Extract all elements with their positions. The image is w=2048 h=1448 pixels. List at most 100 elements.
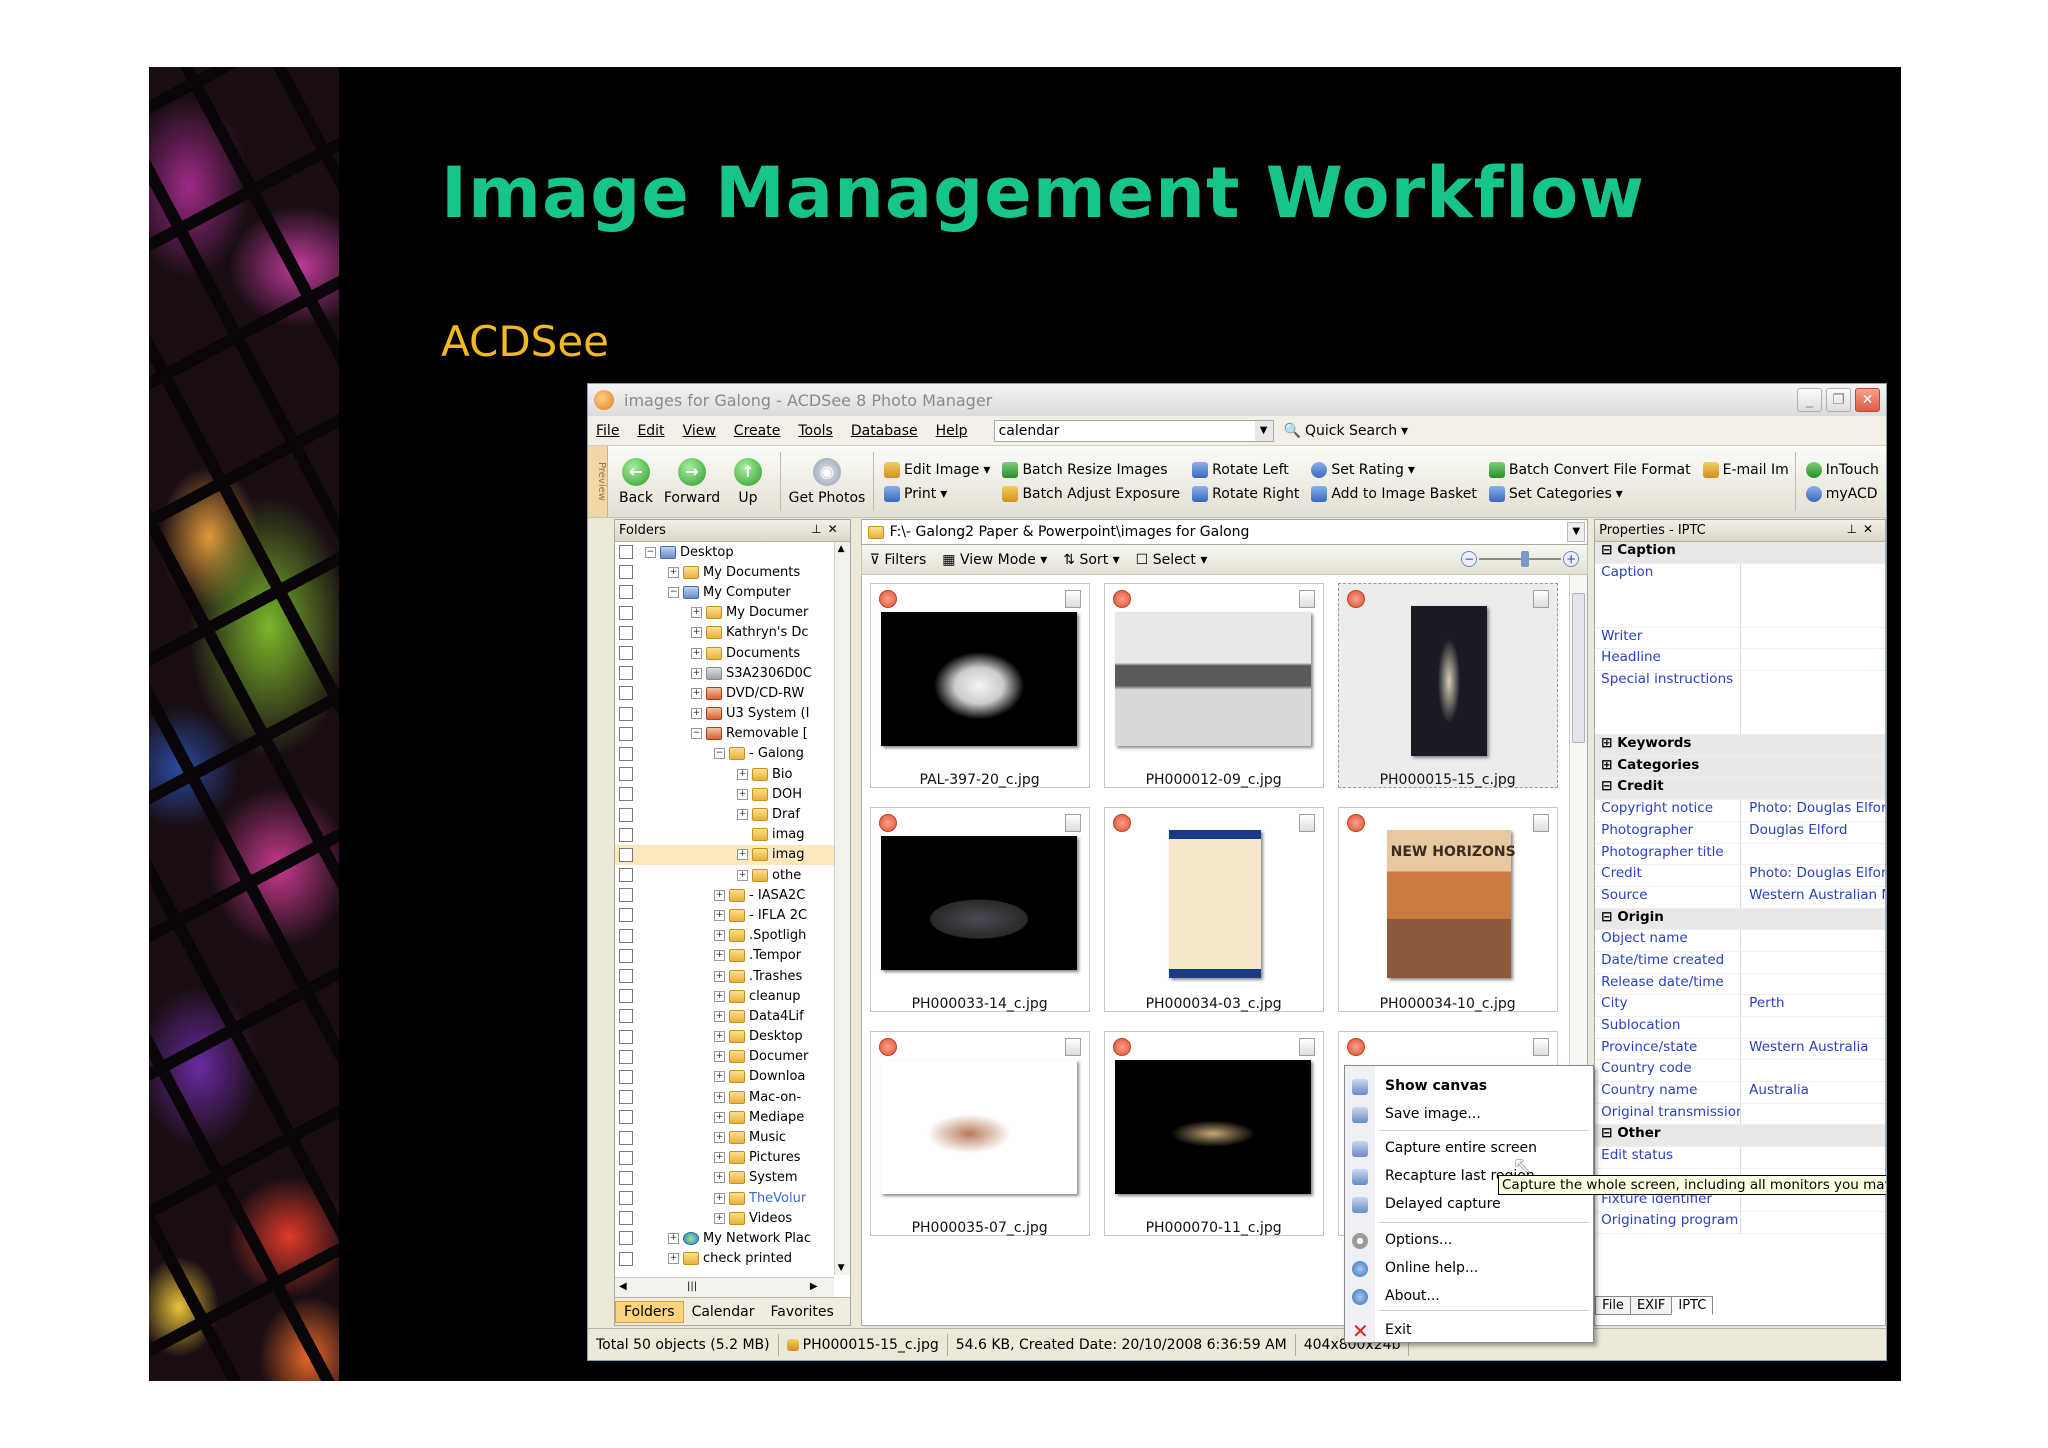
expand-icon[interactable]: + — [737, 788, 748, 800]
tree-item[interactable]: + S3A2306D0C — [615, 663, 834, 683]
tab-iptc[interactable]: IPTC — [1671, 1296, 1714, 1315]
property-row[interactable]: Object name — [1595, 930, 1885, 952]
menu-file[interactable]: File — [596, 423, 619, 439]
tree-item[interactable]: + Desktop — [615, 1027, 834, 1047]
property-row[interactable]: Credit Photo: Douglas Elford — [1595, 865, 1885, 887]
property-value[interactable]: Photo: Douglas Elford — [1741, 865, 1885, 886]
property-row[interactable]: Release date/time — [1595, 973, 1885, 996]
expand-icon[interactable]: + — [691, 607, 702, 619]
context-menu-item[interactable]: Delayed capture — [1385, 1196, 1501, 1212]
property-value[interactable] — [1741, 564, 1885, 627]
tree-item[interactable]: + Documer — [615, 1047, 834, 1067]
property-row[interactable]: Caption — [1595, 563, 1885, 628]
tree-checkbox[interactable] — [619, 1251, 633, 1266]
tree-checkbox[interactable] — [619, 908, 633, 923]
tree-checkbox[interactable] — [619, 928, 633, 943]
tab-calendar[interactable]: Calendar — [684, 1302, 763, 1322]
property-value[interactable] — [1741, 1147, 1885, 1168]
property-value[interactable] — [1741, 952, 1885, 973]
menu-tools[interactable]: Tools — [798, 423, 833, 439]
thumbnail[interactable] — [869, 807, 1090, 1012]
expand-icon[interactable]: + — [714, 970, 725, 982]
tree-item[interactable]: + System — [615, 1168, 834, 1188]
property-row[interactable]: Source Western Australian M... — [1595, 886, 1885, 909]
tree-checkbox[interactable] — [619, 1191, 633, 1206]
tree-item[interactable]: + othe — [615, 865, 834, 885]
expand-toggle-icon[interactable]: ⊞ — [1601, 735, 1617, 751]
maximize-button[interactable]: ❐ — [1826, 388, 1851, 412]
property-row[interactable]: Originating program — [1595, 1212, 1885, 1234]
set-categories-button[interactable]: Set Categories ▾ — [1488, 485, 1691, 502]
property-row[interactable]: Headline — [1595, 649, 1885, 672]
property-section[interactable]: ⊟ Other — [1595, 1125, 1885, 1148]
expand-icon[interactable]: + — [714, 990, 725, 1002]
tree-checkbox[interactable] — [619, 646, 633, 661]
batch-adjust-button[interactable]: Batch Adjust Exposure — [1002, 485, 1180, 502]
zoom-knob[interactable] — [1521, 551, 1530, 567]
up-button[interactable]: ↑ Up — [720, 446, 776, 517]
preview-side-tab[interactable]: Preview — [588, 446, 608, 517]
expand-icon[interactable]: + — [691, 667, 702, 679]
tree-item[interactable]: + .Trashes — [615, 966, 834, 986]
expand-icon[interactable]: + — [668, 1253, 679, 1265]
expand-toggle-icon[interactable]: ⊟ — [1601, 909, 1617, 925]
get-photos-button[interactable]: ◉ Get Photos — [785, 446, 869, 517]
property-row[interactable]: Special instructions — [1595, 671, 1885, 736]
tree-checkbox[interactable] — [619, 989, 633, 1004]
tree-item[interactable]: + DVD/CD-RW — [615, 683, 834, 703]
property-value[interactable] — [1741, 1017, 1885, 1038]
context-menu-item[interactable]: Show canvas — [1385, 1078, 1487, 1094]
expand-icon[interactable]: + — [714, 1111, 725, 1123]
tree-checkbox[interactable] — [619, 827, 633, 842]
expand-icon[interactable]: + — [691, 647, 702, 659]
menu-database[interactable]: Database — [851, 423, 918, 439]
expand-icon[interactable]: + — [714, 1172, 725, 1184]
batch-resize-button[interactable]: Batch Resize Images — [1002, 461, 1180, 478]
expand-icon[interactable]: + — [714, 1091, 725, 1103]
expand-icon[interactable]: + — [668, 1232, 679, 1244]
tree-checkbox[interactable] — [619, 1009, 633, 1024]
collapse-icon[interactable]: − — [691, 728, 702, 740]
collapse-icon[interactable]: − — [714, 748, 725, 760]
expand-icon[interactable]: + — [691, 627, 702, 639]
select-button[interactable]: ☐ Select ▾ — [1136, 552, 1208, 568]
tree-item[interactable]: + - IFLA 2C — [615, 905, 834, 925]
property-row[interactable]: Province/state Western Australia — [1595, 1038, 1885, 1061]
rotate-right-button[interactable]: Rotate Right — [1192, 485, 1299, 502]
expand-icon[interactable]: + — [737, 768, 748, 780]
expand-icon[interactable]: + — [714, 1071, 725, 1083]
tree-checkbox[interactable] — [619, 1170, 633, 1185]
tree-item[interactable]: + Documents — [615, 643, 834, 663]
tree-checkbox[interactable] — [619, 726, 633, 741]
property-section[interactable]: ⊞ Keywords — [1595, 735, 1885, 757]
expand-icon[interactable]: + — [714, 1031, 725, 1043]
batch-convert-button[interactable]: Batch Convert File Format — [1488, 461, 1691, 478]
property-value[interactable] — [1741, 1060, 1885, 1081]
tree-item[interactable]: + .Spotligh — [615, 926, 834, 946]
tree-checkbox[interactable] — [619, 847, 633, 862]
tree-item[interactable]: + imag — [615, 844, 834, 865]
property-row[interactable]: Photographer title — [1595, 843, 1885, 866]
set-rating-button[interactable]: Set Rating ▾ — [1311, 461, 1477, 478]
thumbnail[interactable]: NEW HORIZONS — [1337, 807, 1558, 1012]
view-mode-button[interactable]: ▦ View Mode ▾ — [942, 552, 1047, 568]
tree-checkbox[interactable] — [619, 585, 633, 600]
minimize-button[interactable]: _ — [1797, 388, 1822, 412]
expand-icon[interactable]: + — [714, 889, 725, 901]
tree-item[interactable]: + Downloa — [615, 1067, 834, 1087]
expand-icon[interactable]: + — [714, 1212, 725, 1224]
forward-button[interactable]: → Forward — [664, 446, 720, 517]
property-value[interactable]: Photo: Douglas Elfor... — [1741, 800, 1885, 821]
expand-icon[interactable]: + — [691, 708, 702, 720]
rotate-left-button[interactable]: Rotate Left — [1192, 461, 1299, 478]
tree-item[interactable]: + My Documents — [615, 562, 834, 582]
add-to-basket-button[interactable]: Add to Image Basket — [1311, 485, 1477, 502]
menu-view[interactable]: View — [683, 423, 716, 439]
thumbnail[interactable] — [1337, 583, 1558, 788]
tree-checkbox[interactable] — [619, 1150, 633, 1165]
pin-close-icons[interactable]: ⊥✕ — [1846, 522, 1879, 536]
expand-icon[interactable]: + — [714, 1010, 725, 1022]
property-value[interactable]: Australia — [1741, 1082, 1885, 1103]
folder-scrollbar[interactable] — [833, 542, 850, 1275]
chevron-down-icon[interactable]: ▼ — [1254, 420, 1273, 441]
